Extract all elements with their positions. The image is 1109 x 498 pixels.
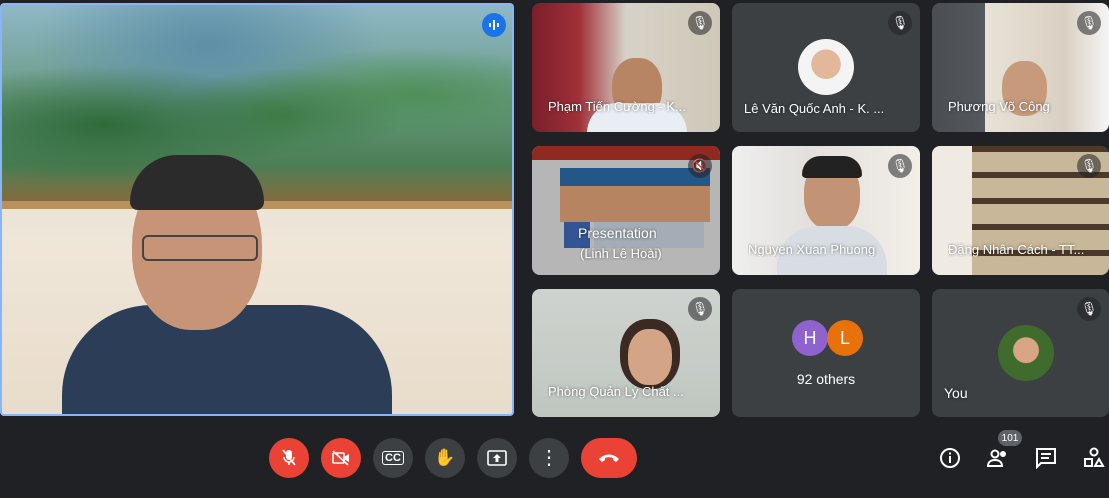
participant-name: Phạm Tiến Cường - K... — [548, 99, 686, 114]
avatar: H — [792, 320, 828, 356]
avatar — [998, 325, 1054, 381]
info-icon — [940, 448, 960, 468]
avatar: L — [827, 320, 863, 356]
camera-off-icon — [332, 450, 349, 466]
mic-off-icon: 🎙 — [888, 11, 912, 35]
present-icon — [487, 450, 507, 466]
participants-button[interactable] — [982, 442, 1014, 474]
more-vert-icon: ⋮ — [539, 447, 559, 469]
mic-off-icon: 🎙 — [1077, 11, 1101, 35]
self-tile[interactable]: 🎙 You — [932, 289, 1109, 417]
participants-count-badge: 101 — [998, 430, 1022, 446]
mic-off-icon — [282, 449, 296, 466]
self-label: You — [944, 385, 968, 401]
participant-name: Đặng Nhân Cách - TT... — [948, 242, 1085, 257]
present-button[interactable] — [477, 438, 517, 478]
leave-call-button[interactable] — [581, 438, 637, 478]
participant-name: Lê Văn Quốc Anh - K. ... — [744, 101, 885, 116]
captions-icon: CC — [382, 451, 404, 465]
participant-tile[interactable]: 🎙 Nguyen Xuan Phuong — [732, 146, 920, 275]
participant-tile[interactable]: 🎙 Đặng Nhân Cách - TT... — [932, 146, 1109, 275]
avatar — [798, 39, 854, 95]
participant-tile[interactable]: 🎙 Phòng Quản Lý Chất ... — [532, 289, 720, 417]
presentation-label: Presentation — [578, 225, 657, 241]
speaker-video — [62, 155, 392, 414]
people-icon — [986, 449, 1006, 467]
chat-icon — [1036, 448, 1056, 469]
participant-name: Phương Võ Công — [948, 99, 1050, 114]
activities-button[interactable] — [1078, 442, 1109, 474]
activities-icon — [1084, 447, 1105, 467]
mic-off-icon: 🎙 — [1077, 154, 1101, 178]
call-end-icon — [599, 454, 619, 462]
raise-hand-button[interactable]: ✋ — [425, 438, 465, 478]
others-tile[interactable]: H L 92 others — [732, 289, 920, 417]
mic-off-icon: 🎙 — [888, 154, 912, 178]
camera-toggle-button[interactable] — [321, 438, 361, 478]
participant-tile[interactable]: 🎙 Phạm Tiến Cường - K... — [532, 3, 720, 132]
participant-tile[interactable]: 🎙 Lê Văn Quốc Anh - K. ... — [732, 3, 920, 132]
participant-tile[interactable]: 🎙 Phương Võ Công — [932, 3, 1109, 132]
raise-hand-icon: ✋ — [434, 448, 456, 467]
participant-name: Nguyen Xuan Phuong — [748, 242, 876, 257]
meeting-details-button[interactable] — [934, 442, 966, 474]
participant-name: Phòng Quản Lý Chất ... — [548, 384, 684, 399]
presenter-name: (Linh Lê Hoài) — [580, 246, 662, 261]
presentation-tile[interactable]: 🔇 Presentation (Linh Lê Hoài) — [532, 146, 720, 275]
more-options-button[interactable]: ⋮ — [529, 438, 569, 478]
chat-button[interactable] — [1030, 442, 1062, 474]
mic-off-icon: 🎙 — [1077, 297, 1101, 321]
captions-button[interactable]: CC — [373, 438, 413, 478]
audio-level-icon — [482, 13, 506, 37]
mic-off-icon: 🎙 — [688, 297, 712, 321]
mic-toggle-button[interactable] — [269, 438, 309, 478]
main-speaker-tile[interactable] — [0, 3, 514, 416]
mic-off-icon: 🎙 — [688, 11, 712, 35]
mic-off-icon: 🔇 — [688, 154, 712, 178]
others-count: 92 others — [796, 371, 856, 387]
